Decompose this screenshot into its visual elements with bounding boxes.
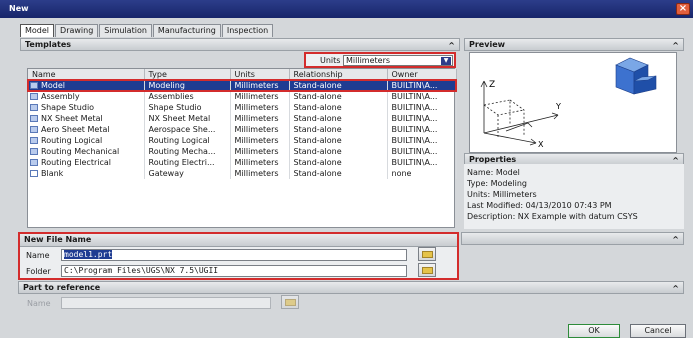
ok-button[interactable]: OK [568, 324, 620, 338]
part-ref-title: Part to reference [23, 283, 101, 292]
prop-name: Name: Model [467, 168, 520, 177]
collapse-icon[interactable]: ^ [448, 40, 455, 51]
assembly-file-icon [30, 93, 38, 100]
templates-table: Name Type Units Relationship Owner Model… [27, 68, 457, 228]
browse-folder-button[interactable] [418, 263, 436, 277]
model-file-icon [30, 82, 38, 90]
axis-x-label: X [538, 140, 544, 149]
prop-modified: Last Modified: 04/13/2010 07:43 PM [467, 201, 612, 210]
col-units[interactable]: Units [230, 69, 290, 81]
close-icon: × [678, 3, 688, 14]
axis-y-label: Y [555, 102, 561, 111]
datum-csys-preview: Z Y X [480, 57, 657, 149]
folder-label: Folder [26, 267, 51, 276]
table-row[interactable]: Routing Logical Routing Logical Millimet… [28, 135, 457, 146]
new-file-header: New File Name [20, 234, 457, 247]
sheet-metal-file-icon [30, 115, 38, 122]
collapse-icon[interactable]: ^ [672, 283, 679, 294]
table-row[interactable]: Routing Mechanical Routing Mecha... Mill… [28, 146, 457, 157]
routing-mechanical-file-icon [30, 148, 38, 155]
col-type[interactable]: Type [144, 69, 231, 81]
templates-title: Templates [25, 40, 72, 49]
folder-icon [285, 299, 296, 306]
blank-file-icon [30, 170, 38, 177]
part-ref-name-input [61, 297, 271, 309]
units-dropdown[interactable]: Millimeters ▼ [343, 55, 453, 66]
preview-header[interactable]: Preview ^ [464, 38, 684, 51]
tab-model[interactable]: Model [20, 24, 55, 37]
new-file-title: New File Name [24, 235, 92, 244]
templates-header[interactable]: Templates ^ [20, 38, 460, 51]
units-selector: Units Millimeters ▼ [304, 52, 456, 68]
table-row[interactable]: Aero Sheet Metal Aerospace She... Millim… [28, 124, 457, 135]
close-button[interactable]: × [676, 3, 690, 15]
tab-inspection[interactable]: Inspection [221, 24, 274, 37]
window-title: New [9, 4, 29, 13]
collapse-icon[interactable]: ^ [672, 40, 679, 51]
units-value: Millimeters [346, 56, 391, 65]
tab-simulation[interactable]: Simulation [99, 24, 152, 37]
folder-input[interactable]: C:\Program Files\UGS\NX 7.5\UGII [61, 265, 407, 277]
table-row[interactable]: Shape Studio Shape Studio Millimeters St… [28, 102, 457, 113]
axis-z-label: Z [489, 80, 495, 90]
table-row[interactable]: Assembly Assemblies Millimeters Stand-al… [28, 91, 457, 102]
shape-studio-file-icon [30, 104, 38, 111]
title-bar: New × [0, 0, 693, 18]
cancel-button[interactable]: Cancel [630, 324, 686, 338]
properties-title: Properties [469, 155, 517, 164]
aero-sheet-metal-file-icon [30, 126, 38, 133]
units-label: Units [320, 56, 341, 65]
name-label: Name [26, 251, 50, 260]
file-name-input[interactable]: model1.prt [61, 249, 407, 261]
collapse-icon[interactable]: ^ [672, 234, 679, 245]
col-name[interactable]: Name [28, 69, 145, 81]
table-row[interactable]: Blank Gateway Millimeters Stand-alone no… [28, 168, 457, 179]
folder-icon [422, 267, 433, 274]
table-row[interactable]: Routing Electrical Routing Electri... Mi… [28, 157, 457, 168]
prop-description: Description: NX Example with datum CSYS [467, 212, 638, 221]
chevron-down-icon[interactable]: ▼ [441, 57, 451, 65]
part-ref-name-label: Name [27, 299, 51, 308]
table-row[interactable]: NX Sheet Metal NX Sheet Metal Millimeter… [28, 113, 457, 124]
folder-icon [422, 251, 433, 258]
browse-name-button[interactable] [418, 247, 436, 261]
preview-image: Z Y X [469, 52, 677, 153]
new-file-section: New File Name Name model1.prt Folder C:\… [18, 232, 459, 280]
part-ref-header[interactable]: Part to reference ^ [18, 281, 684, 294]
col-owner[interactable]: Owner [387, 69, 457, 81]
prop-type: Type: Modeling [467, 179, 528, 188]
table-row[interactable]: Model Modeling Millimeters Stand-alone B… [27, 79, 457, 92]
col-relationship[interactable]: Relationship [289, 69, 388, 81]
tab-drawing[interactable]: Drawing [55, 24, 99, 37]
properties-panel: Name: Model Type: Modeling Units: Millim… [464, 164, 684, 229]
tab-strip: Model Drawing Simulation Manufacturing I… [20, 24, 274, 37]
prop-units: Units: Millimeters [467, 190, 537, 199]
browse-part-button [281, 295, 299, 309]
routing-electrical-file-icon [30, 159, 38, 166]
preview-title: Preview [469, 40, 506, 49]
right-blank-header: ^ [461, 232, 684, 245]
table-header-row: Name Type Units Relationship Owner [28, 69, 457, 81]
routing-logical-file-icon [30, 137, 38, 144]
tab-manufacturing[interactable]: Manufacturing [152, 24, 221, 37]
